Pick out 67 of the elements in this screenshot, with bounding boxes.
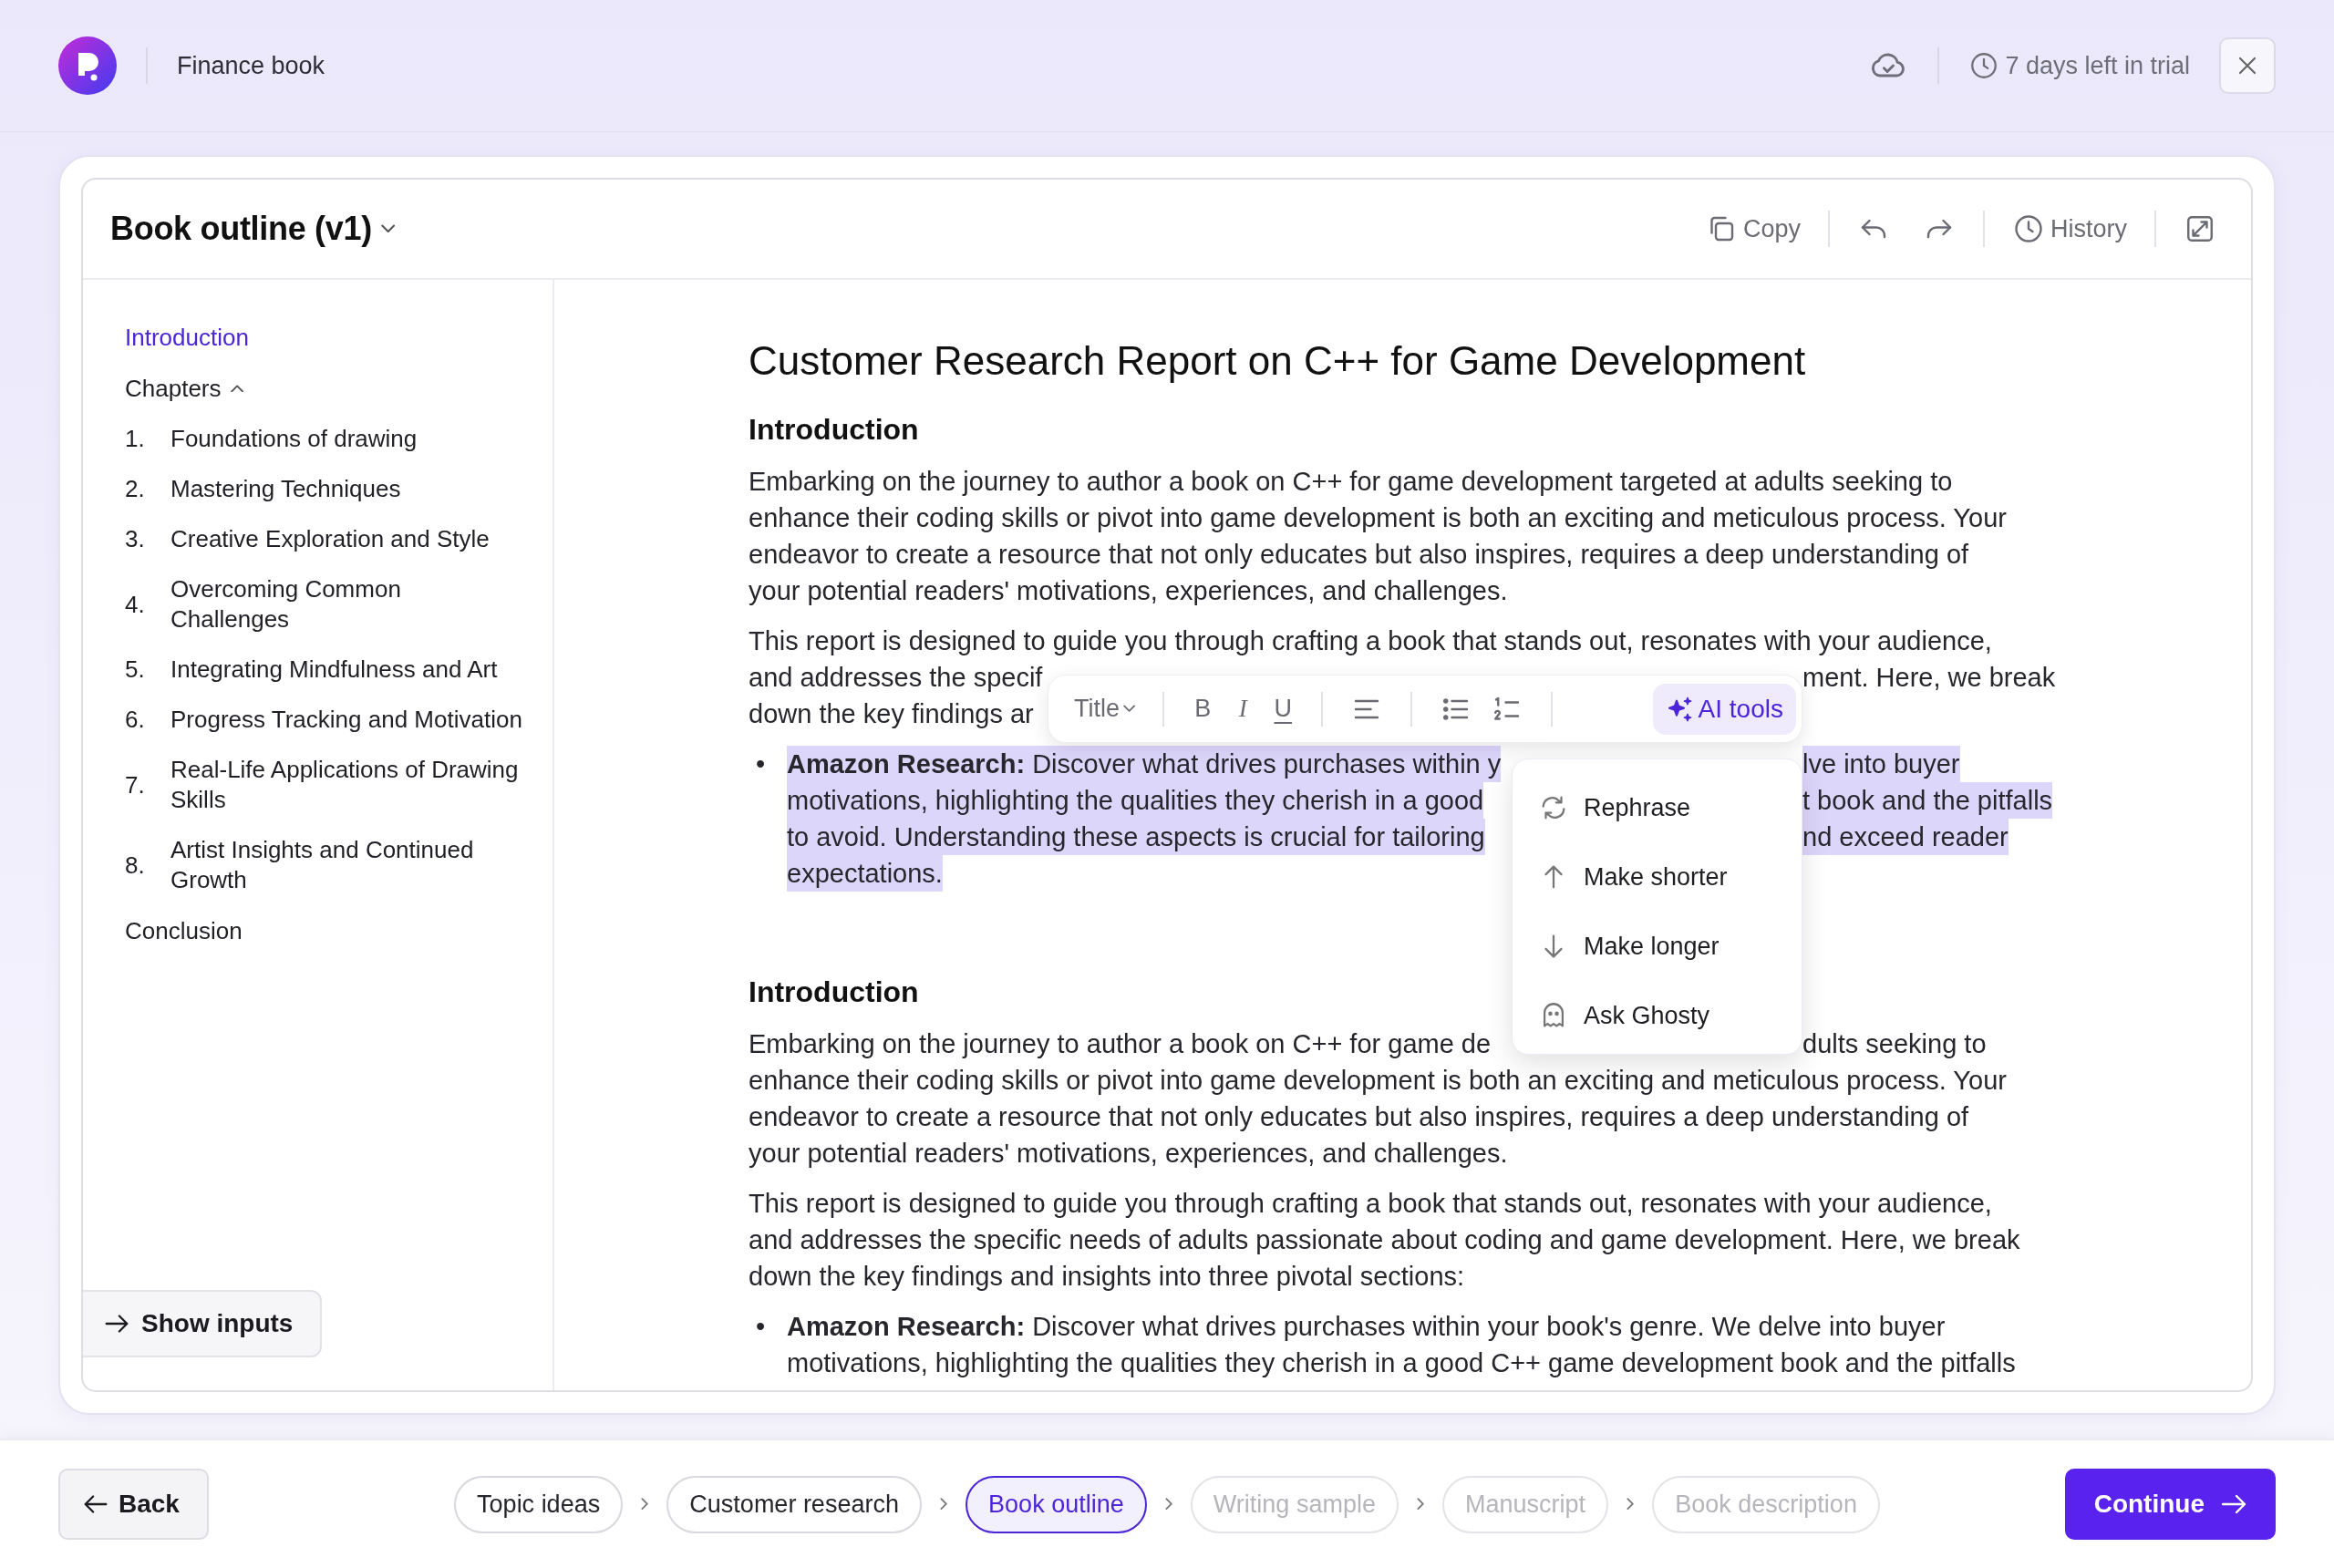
text-line: down the key findings ar bbox=[749, 698, 1034, 730]
app-logo bbox=[58, 36, 117, 95]
copy-button[interactable]: Copy bbox=[1697, 207, 1808, 251]
list-bullet: • bbox=[756, 748, 767, 780]
outline-item[interactable]: Introduction bbox=[125, 322, 249, 353]
step-pill[interactable]: Book outline bbox=[966, 1475, 1147, 1533]
text-line: motivations, highlighting the qualities they cherish in a good C++ game development book and the pitfalls bbox=[787, 1347, 2016, 1379]
text-line: enhance their coding skills or pivot into game development is both an exciting and meticulous process. Your bbox=[749, 502, 2007, 534]
chapter-item[interactable]: 5. Integrating Mindfulness and Art bbox=[125, 655, 525, 685]
chevron-right-icon bbox=[939, 1498, 948, 1511]
menu-item[interactable]: Ask Ghosty bbox=[1523, 981, 1791, 1050]
outline-item[interactable]: Chapters bbox=[125, 373, 243, 404]
menu-item[interactable]: Make shorter bbox=[1523, 842, 1791, 912]
chapter-item[interactable]: 2. Mastering Techniques bbox=[125, 474, 525, 504]
chapter-item[interactable]: 1. Foundations of drawing bbox=[125, 424, 525, 454]
continue-button[interactable]: Continue bbox=[2064, 1469, 2276, 1540]
text-line: This report is designed to guide you through crafting a book that stands out, resonates with your audience, bbox=[749, 625, 1992, 657]
step-pill[interactable]: Topic ideas bbox=[454, 1475, 624, 1533]
text-line: ment. Here, we break bbox=[1802, 662, 2056, 694]
show-inputs-button[interactable]: Show inputs bbox=[83, 1290, 323, 1357]
text-line: your potential readers' motivations, experiences, and challenges. bbox=[749, 1138, 1508, 1170]
text-line: endeavor to create a resource that not only educates but also inspires, requires a deep understanding of bbox=[749, 539, 1969, 571]
text-line: and addresses the specific needs of adults passionate about coding and game development. Here, we break bbox=[749, 1224, 2020, 1256]
text-line: and addresses the specif bbox=[749, 662, 1043, 694]
chevron-down-icon bbox=[1123, 705, 1136, 713]
document-heading: Customer Research Report on C++ for Game Development bbox=[749, 338, 1806, 384]
chapter-item[interactable]: 7. Real-Life Applications of Drawing Skills bbox=[125, 755, 525, 815]
chevron-right-icon bbox=[1164, 1498, 1172, 1511]
outline-item[interactable]: Conclusion bbox=[125, 915, 243, 946]
bold-button[interactable]: B bbox=[1182, 683, 1224, 735]
text-line: Embarking on the journey to author a book on C++ for game development targeted at adults seeking to bbox=[749, 466, 1953, 498]
step-pill[interactable]: Customer research bbox=[666, 1475, 922, 1533]
step-pill: Writing sample bbox=[1190, 1475, 1399, 1533]
section-heading: Introduction bbox=[749, 412, 919, 448]
back-button[interactable]: Back bbox=[58, 1469, 209, 1540]
italic-button[interactable]: I bbox=[1223, 683, 1264, 735]
step-pill: Book description bbox=[1652, 1475, 1880, 1533]
section-heading: Introduction bbox=[749, 975, 919, 1010]
text-line: This report is designed to guide you through crafting a book that stands out, resonates with your audience, bbox=[749, 1188, 1992, 1220]
chevron-right-icon bbox=[641, 1498, 649, 1511]
text-line: enhance their coding skills or pivot into game development is both an exciting and meticulous process. Your bbox=[749, 1065, 2007, 1097]
ai-tools-button[interactable]: AI tools bbox=[1652, 683, 1796, 735]
text-line: endeavor to create a resource that not only educates but also inspires, requires a deep understanding of bbox=[749, 1101, 1969, 1133]
document-title-dropdown[interactable]: Book outline (v1) bbox=[110, 210, 396, 248]
chevron-down-icon bbox=[380, 224, 396, 233]
chevron-right-icon bbox=[1416, 1498, 1425, 1511]
text-line: Embarking on the journey to author a book on C++ for game de bbox=[749, 1028, 1492, 1060]
history-icon bbox=[2012, 212, 2045, 245]
text-line: down the key findings and insights into three pivotal sections: bbox=[749, 1261, 1465, 1293]
trial-status: 7 days left in trial bbox=[2005, 51, 2190, 80]
chapter-item[interactable]: 6. Progress Tracking and Motivation bbox=[125, 705, 525, 735]
chapter-item[interactable]: 8. Artist Insights and Continued Growth bbox=[125, 835, 525, 895]
step-pill: Manuscript bbox=[1442, 1475, 1609, 1533]
menu-item[interactable]: Make longer bbox=[1523, 912, 1791, 981]
list-bullet: • bbox=[756, 1311, 767, 1343]
text-line: Amazon Research: Discover what drives purchases within your book's genre. We delve into buyer bbox=[787, 1311, 1946, 1343]
text-line: your potential readers' motivations, experiences, and challenges. bbox=[749, 575, 1508, 607]
menu-item[interactable]: Rephrase bbox=[1523, 773, 1791, 842]
project-title: Finance book bbox=[177, 51, 325, 80]
chevron-right-icon bbox=[1627, 1498, 1635, 1511]
text-line: dults seeking to bbox=[1802, 1028, 1987, 1060]
underline-button[interactable]: U bbox=[1263, 683, 1304, 735]
text-style-dropdown[interactable]: Title bbox=[1065, 683, 1145, 735]
chapter-item[interactable]: 3. Creative Exploration and Style bbox=[125, 524, 525, 554]
history-button[interactable]: History bbox=[2005, 207, 2134, 251]
chapter-item[interactable]: 4. Overcoming Common Challenges bbox=[125, 574, 525, 634]
close-button[interactable] bbox=[2219, 37, 2276, 94]
